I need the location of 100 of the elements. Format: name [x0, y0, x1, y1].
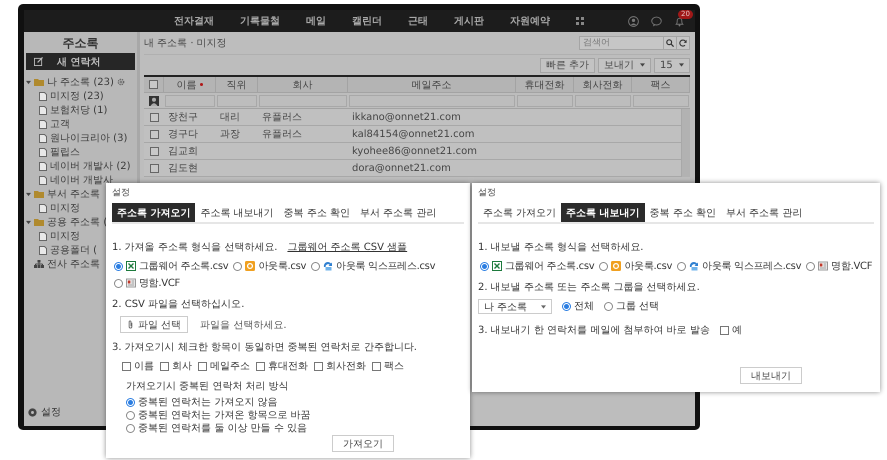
checkbox[interactable] [150, 164, 158, 172]
radio-label[interactable]: 중복된 연락처는 가져오지 않음 [138, 396, 278, 409]
radio-label[interactable]: 중복된 연락처는 가져온 항목으로 바꿈 [138, 409, 311, 422]
filter-field[interactable] [165, 94, 215, 106]
radio-label[interactable]: 중복된 연락처를 둘 이상 만들 수 있음 [138, 422, 308, 435]
settings-icon[interactable] [28, 408, 37, 416]
nav-menu-item[interactable]: 기록물철 [240, 14, 280, 28]
dialog-tab[interactable]: 주소록 가져오기 [112, 203, 196, 222]
app-grid-icon[interactable] [576, 17, 584, 25]
column-header[interactable]: 팩스 [632, 77, 690, 92]
format-option-label[interactable]: 아웃룩 익스프레스.csv [702, 259, 802, 273]
filter-field[interactable] [217, 94, 257, 106]
radio-button[interactable] [126, 424, 135, 433]
nav-menu-item[interactable]: 전자결재 [174, 14, 214, 28]
column-header[interactable]: 직위 [216, 77, 258, 92]
format-option-label[interactable]: 명함.VCF [139, 276, 180, 290]
nav-menu-item[interactable]: 근태 [408, 14, 428, 28]
filter-field[interactable] [633, 94, 689, 106]
radio-label[interactable]: 그룹 선택 [616, 300, 660, 313]
checkbox-label[interactable]: 회사전화 [326, 359, 366, 373]
checkbox-label[interactable]: 휴대전화 [268, 359, 308, 373]
tree-item[interactable]: 보험처당 (1) [50, 103, 108, 117]
checkbox[interactable] [256, 362, 265, 370]
filter-field[interactable] [349, 94, 515, 106]
settings-link[interactable]: 설정 [41, 405, 61, 419]
page-size-select[interactable]: 15 [654, 58, 690, 72]
sample-download-link[interactable]: 그룹웨어 주소록 CSV 샘플 [287, 240, 408, 254]
tree-item[interactable]: 네이버 개발사 [50, 173, 114, 187]
tree-item[interactable]: 고객 [50, 117, 70, 131]
filter-field[interactable] [259, 94, 347, 106]
checkbox[interactable] [150, 130, 158, 138]
radio-label[interactable]: 전체 [574, 300, 594, 313]
nav-menu-item[interactable]: 게시판 [454, 14, 484, 28]
search-field[interactable]: 검색어 [579, 36, 664, 50]
radio-button[interactable] [562, 302, 571, 311]
tree-item[interactable]: 전사 주소록 [47, 257, 100, 271]
filter-field[interactable] [517, 94, 573, 106]
tree-item[interactable]: 미지정 [50, 201, 80, 215]
radio-button[interactable] [114, 262, 123, 270]
checkbox-label[interactable]: 이름 [134, 359, 154, 373]
format-option-label[interactable]: 아웃룩.csv [258, 259, 306, 273]
radio-button[interactable] [599, 262, 608, 270]
format-option-label[interactable]: 그룹웨어 주소록.csv [139, 259, 228, 273]
new-contact-button[interactable]: 새 연락처 [26, 53, 135, 70]
bell-icon[interactable] [674, 16, 685, 26]
tree-item[interactable]: 네이버 개발사 (2) [50, 159, 131, 173]
scrollbar[interactable] [681, 109, 690, 177]
import-button[interactable]: 가져오기 [332, 435, 394, 452]
column-header[interactable]: 회사 [258, 77, 348, 92]
radio-button[interactable] [677, 262, 686, 270]
checkbox[interactable] [160, 362, 169, 370]
checkbox[interactable] [122, 362, 131, 370]
chat-icon[interactable] [651, 16, 662, 26]
search-button[interactable] [664, 36, 677, 50]
radio-button[interactable] [114, 278, 123, 288]
radio-button[interactable] [604, 302, 613, 311]
checkbox[interactable] [149, 80, 158, 89]
checkbox-label[interactable]: 메일주소 [210, 359, 250, 373]
checkbox[interactable] [314, 362, 323, 370]
checkbox[interactable] [150, 112, 158, 122]
format-option-label[interactable]: 명함.VCF [831, 259, 872, 273]
checkbox[interactable] [198, 362, 207, 370]
address-book-select[interactable]: 나 주소록 [478, 299, 552, 314]
radio-button[interactable] [311, 262, 320, 270]
radio-button[interactable] [806, 262, 816, 270]
checkbox[interactable] [372, 362, 381, 370]
format-option-label[interactable]: 아웃룩.csv [624, 259, 672, 273]
tree-item[interactable]: 공용폴더 ( [50, 243, 98, 257]
column-header[interactable]: 휴대전화 [516, 77, 574, 92]
nav-menu-item[interactable]: 자원예약 [510, 14, 550, 28]
choose-file-button[interactable]: 파일 선택 [120, 316, 188, 333]
column-header[interactable]: 이름 [164, 77, 216, 92]
user-icon[interactable] [628, 16, 639, 26]
tree-item[interactable]: 부서 주소록 [47, 187, 100, 201]
quick-add-button[interactable]: 빠른 추가 [540, 58, 595, 72]
collapse-arrow-icon[interactable] [26, 192, 31, 196]
export-button[interactable]: 내보내기 [740, 367, 802, 384]
tree-item[interactable]: 미지정 [50, 229, 80, 243]
checkbox-label[interactable]: 팩스 [384, 359, 404, 373]
settings-icon[interactable] [116, 78, 125, 86]
nav-menu-item[interactable]: 메일 [306, 14, 326, 28]
tree-item[interactable]: 원나이크리아 (3) [50, 131, 128, 145]
collapse-arrow-icon[interactable] [26, 80, 31, 84]
column-header[interactable]: 메일주소 [348, 77, 516, 92]
checkbox[interactable] [720, 326, 729, 334]
checkbox-label[interactable]: 예 [732, 323, 742, 337]
format-option-label[interactable]: 아웃룩 익스프레스.csv [336, 259, 436, 273]
tree-item[interactable]: 나 주소록 (23) [47, 75, 114, 89]
radio-button[interactable] [233, 262, 242, 270]
refresh-button[interactable] [677, 36, 690, 50]
column-header[interactable]: 회사전화 [574, 77, 632, 92]
collapse-arrow-icon[interactable] [26, 220, 31, 224]
filter-field[interactable] [575, 94, 631, 106]
checkbox[interactable] [150, 146, 158, 156]
radio-button[interactable] [126, 411, 135, 420]
radio-button[interactable] [126, 398, 135, 407]
radio-button[interactable] [480, 262, 489, 270]
format-option-label[interactable]: 그룹웨어 주소록.csv [505, 259, 594, 273]
nav-menu-item[interactable]: 캘린더 [352, 14, 382, 28]
tree-item[interactable]: 미지정 (23) [50, 89, 104, 103]
